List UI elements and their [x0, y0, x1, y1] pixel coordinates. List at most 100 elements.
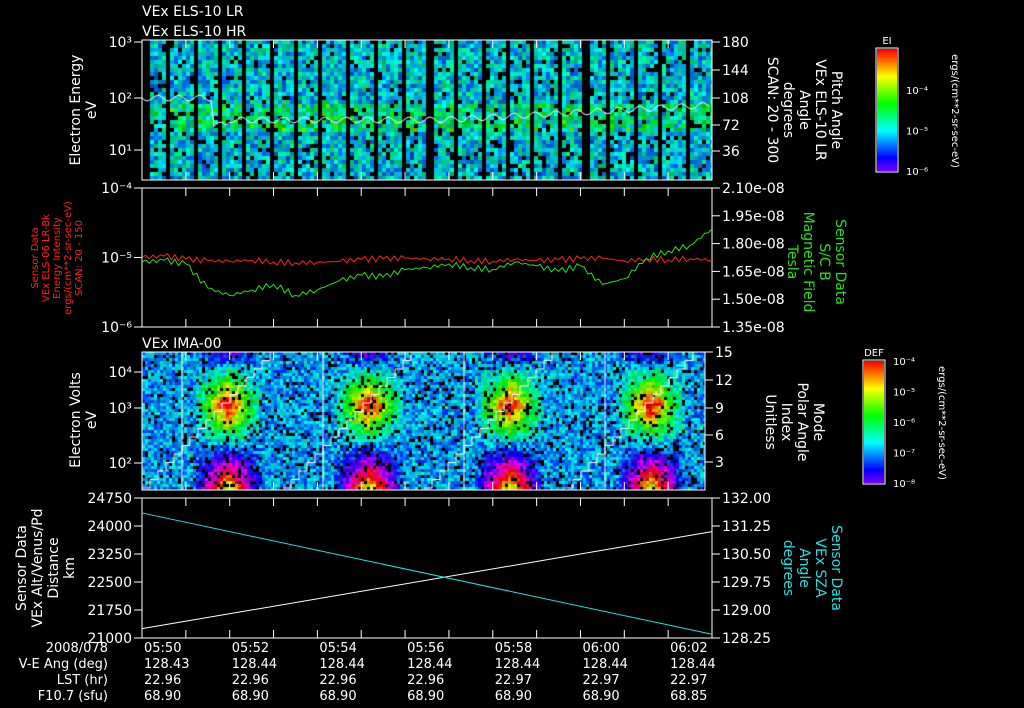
- x-tick-label: 05:52: [232, 641, 269, 656]
- axis-label-line: Distance: [46, 537, 62, 598]
- y-tick-label: 128.25: [722, 631, 771, 647]
- table-cell: 128.44: [319, 657, 365, 672]
- table-cell: 68.90: [319, 689, 356, 704]
- colorbar-tick-label: 10⁻⁵: [893, 388, 915, 399]
- axis-label-line: Angle: [796, 548, 812, 588]
- x-tick-label: 05:50: [144, 641, 181, 656]
- y-tick-label: 15: [715, 345, 733, 361]
- y-tick-label: 10¹: [109, 143, 132, 159]
- axis-label-line: Sensor Data: [14, 525, 30, 611]
- y-tick-label: 1.35e-08: [722, 320, 785, 336]
- table-cell: 68.90: [232, 689, 269, 704]
- y-tick-label: 10²: [109, 91, 132, 107]
- colorbar-tick-label: 10⁻⁵: [906, 127, 928, 138]
- axis-label-line: Sensor Data: [828, 525, 844, 611]
- series-line-s-c-b-magnetic-field: [141, 228, 713, 298]
- y-tick-label: 108: [722, 91, 749, 107]
- y-tick-label: 72: [722, 118, 740, 134]
- y-tick-label: 129.75: [722, 575, 771, 591]
- axis-label-line: Sensor Data: [30, 227, 41, 288]
- axis-label-line: VEx ELS-10 LR: [812, 59, 828, 161]
- axis-label-line: VEx ELS-06 LR-Bk: [41, 214, 52, 302]
- axis-label-line: Magnetic Field: [800, 212, 816, 313]
- axis-label-line: Electron Energy: [68, 55, 84, 166]
- colorbar-tick-label: 10⁻⁶: [906, 167, 928, 178]
- row-label: 2008/078: [46, 641, 108, 656]
- axis-label-line: SCAN: 20 - 150: [74, 220, 85, 296]
- y-tick-label: 36: [722, 144, 740, 160]
- axis-label-line: Sensor Data: [832, 219, 848, 305]
- altitude-line: [141, 531, 713, 630]
- table-cell: 128.44: [407, 657, 453, 672]
- y-tick-label: 10³: [109, 35, 132, 51]
- y-tick-label: 131.25: [722, 519, 771, 535]
- axis-label-line: Electron Volts: [68, 372, 84, 468]
- panel-frame-1: [141, 39, 713, 181]
- y-tick-label: 180: [722, 35, 749, 51]
- panel-frame-4: [141, 497, 713, 639]
- colorbar-title: EI: [882, 36, 891, 47]
- row-label: V-E Ang (deg): [19, 657, 108, 672]
- table-cell: 22.97: [582, 673, 619, 688]
- y-tick-label: 129.00: [722, 603, 771, 619]
- axis-label-line: Mode: [810, 403, 826, 441]
- colorbar-tick-label: 10⁻⁴: [893, 357, 915, 368]
- y-tick-label: 24000: [87, 519, 132, 535]
- y-tick-label: 1.50e-08: [722, 292, 785, 308]
- row-label: LST (hr): [57, 673, 108, 688]
- row-label: F10.7 (sfu): [38, 689, 108, 704]
- table-cell: 128.44: [495, 657, 541, 672]
- axis-label-line: Tesla: [784, 244, 800, 280]
- y-tick-label: 10⁻⁵: [101, 251, 132, 267]
- x-tick-label: 05:56: [407, 641, 444, 656]
- x-tick-label: 05:58: [495, 641, 532, 656]
- y-tick-label: 10²: [109, 456, 132, 472]
- table-cell: 128.44: [582, 657, 628, 672]
- series-line-energy-intensity: [141, 252, 713, 267]
- y-tick-label: 130.50: [722, 547, 771, 563]
- colorbar-tick-label: 10⁻⁴: [906, 86, 928, 97]
- axis-label-line: eV: [84, 100, 100, 119]
- axis-label-line: Polar Angle: [794, 382, 810, 461]
- table-cell: 128.43: [144, 657, 190, 672]
- table-cell: 22.97: [495, 673, 532, 688]
- y-tick-label: 23250: [87, 547, 132, 563]
- y-tick-label: 10⁻⁴: [101, 181, 132, 197]
- colorbar-tick-label: 10⁻⁸: [893, 479, 915, 490]
- y-tick-label: 1.80e-08: [722, 237, 785, 253]
- colorbar-frame: [875, 47, 899, 173]
- table-cell: 68.90: [407, 689, 444, 704]
- colorbar-tick-label: 10⁻⁷: [893, 449, 915, 460]
- y-tick-label: 144: [722, 63, 749, 79]
- y-tick-label: 2.10e-08: [722, 181, 785, 197]
- panel-title: VEx IMA-00: [142, 336, 222, 352]
- x-tick-label: 06:02: [670, 641, 707, 656]
- y-tick-label: 132.00: [722, 491, 771, 507]
- y-tick-label: 10⁻⁶: [101, 320, 132, 336]
- table-cell: 22.96: [319, 673, 356, 688]
- sza-line: [141, 512, 713, 635]
- table-cell: 68.85: [670, 689, 707, 704]
- axis-label-line: Pitch Angle: [828, 71, 844, 149]
- axis-label-line: degrees: [780, 540, 796, 596]
- table-cell: 68.90: [495, 689, 532, 704]
- x-tick-label: 05:54: [319, 641, 356, 656]
- colorbar-title: DEF: [864, 348, 884, 359]
- x-tick-label: 06:00: [582, 641, 619, 656]
- axis-label-line: S/C B: [816, 243, 832, 280]
- y-tick-label: 24750: [87, 491, 132, 507]
- panel-frame-3: [141, 351, 706, 491]
- axis-label-line: SCAN: 20 - 300: [764, 57, 780, 163]
- table-cell: 68.90: [582, 689, 619, 704]
- table-cell: 128.44: [232, 657, 278, 672]
- y-tick-label: 10³: [109, 401, 132, 417]
- y-tick-label: 21750: [87, 603, 132, 619]
- axis-label-line: Angle: [796, 90, 812, 130]
- axis-label-line: VEx SZA: [812, 538, 828, 598]
- colorbar-tick-label: 10⁻⁶: [893, 418, 915, 429]
- axis-label-line: VEx Alt/Venus/Pd: [30, 508, 46, 627]
- y-tick-label: 6: [715, 428, 724, 444]
- panel-title: VEx ELS-10 HR: [142, 24, 247, 40]
- table-cell: 22.97: [670, 673, 707, 688]
- y-tick-label: 9: [715, 401, 724, 417]
